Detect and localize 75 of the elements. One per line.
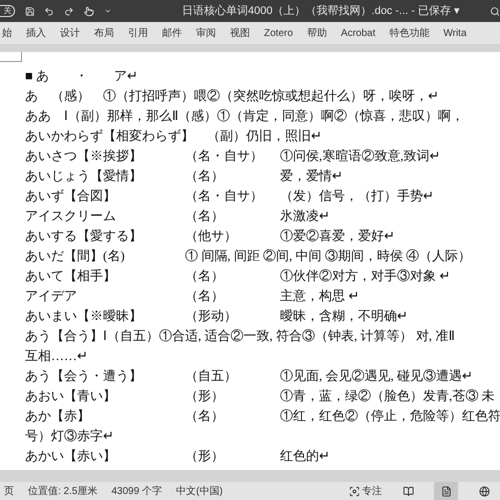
ribbon-tab[interactable]: 视图 (230, 26, 250, 40)
undo-icon[interactable] (44, 4, 54, 18)
headword: あいて【相手】 (25, 267, 117, 285)
document-line: あ （感） ①（打招呼声）喂②（突然吃惊或想起什么）呀，唉呀，↵ (25, 87, 439, 105)
definition: 主意，构思 ↵ (280, 287, 360, 305)
part-of-speech: （名・自サ） (185, 187, 264, 205)
focus-icon (349, 486, 360, 496)
document-line: あう【合う】Ⅰ（自五）①合适, 适合②一致, 符合③（钟表, 计算等） 对, 准Ⅱ (25, 327, 454, 345)
part-of-speech: （名） (185, 407, 225, 425)
document-line: 号）灯③赤字↵ (25, 427, 114, 445)
definition: ①问侯,寒暄语②致意,致词↵ (280, 147, 440, 165)
definition: ①伙伴②对方，对手③对象 ↵ (280, 267, 450, 285)
position-indicator: 位置值: 2.5厘米 (28, 484, 98, 498)
definition: ①爱②喜爱，爱好↵ (280, 227, 395, 245)
headword: アイスクリーム (25, 207, 117, 225)
ribbon-tab[interactable]: 布局 (94, 26, 114, 40)
ribbon-tab[interactable]: 审阅 (196, 26, 216, 40)
definition: ①见面, 会见②遇见, 碰见③遭遇↵ (280, 367, 473, 385)
definition: （发）信号，（打）手势↵ (280, 187, 434, 205)
ribbon-tab[interactable]: 引用 (128, 26, 148, 40)
definition: ① 间隔, 间距 ②间, 中间 ③期间，時侯 ④（人际） (185, 247, 471, 265)
headword: あいず【合図】 (25, 187, 117, 205)
document-icon (440, 486, 452, 496)
definition: 爱，爱情↵ (280, 167, 343, 185)
definition: 红色的↵ (280, 447, 330, 465)
headword: アイデア (25, 287, 78, 305)
view-button[interactable] (434, 482, 458, 500)
page-indicator: 页 (4, 484, 14, 498)
part-of-speech: （名） (185, 267, 225, 285)
part-of-speech: （他サ） (185, 227, 238, 245)
document-line: あいかわらず【相変わらず】 （副）仍旧，照旧↵ (25, 127, 322, 145)
definition: 曖昧，含糊，不明确↵ (280, 307, 408, 325)
ribbon-tab[interactable]: 帮助 (306, 26, 327, 40)
ribbon-tab[interactable]: 邮件 (162, 26, 182, 40)
touch-mode-icon[interactable] (84, 4, 94, 18)
part-of-speech: （名） (185, 287, 225, 305)
ribbon-tab[interactable]: 特色功能 (389, 26, 430, 40)
headword: あいする【愛する】 (25, 227, 143, 245)
ribbon-tab[interactable]: 设计 (60, 26, 80, 40)
book-icon (402, 486, 414, 496)
save-icon[interactable] (24, 4, 34, 18)
margin-corner-mark (0, 52, 22, 62)
headword: あいだ【間】(名) (25, 247, 126, 265)
focus-button[interactable]: 专注 (349, 484, 382, 498)
redo-icon[interactable] (64, 4, 74, 18)
language-indicator: 中文(中国) (176, 484, 223, 498)
headword: あかい【赤い】 (25, 447, 117, 465)
word-count: 43099 个字 (111, 484, 162, 498)
headword: あいじょう【愛情】 (25, 167, 143, 185)
headword: あおい【青い】 (25, 387, 117, 405)
headword: あう【会う・遭う】 (25, 367, 143, 385)
headword: あか【赤】 (25, 407, 91, 425)
part-of-speech: （名・自サ） (185, 147, 264, 165)
ribbon-tab[interactable]: Zotero (264, 26, 293, 40)
ribbon-tab[interactable]: Writa (443, 26, 467, 40)
part-of-speech: （自五） (185, 367, 238, 385)
document-line: ■ あ ・ ア↵ (25, 67, 138, 85)
definition: 氷激凌↵ (280, 207, 330, 225)
autosave-toggle[interactable]: 关 (0, 5, 14, 17)
document-line: 互相……↵ (25, 347, 88, 365)
part-of-speech: （形） (185, 387, 225, 405)
document-line: ああ Ⅰ（副）那样，那么Ⅱ（感）①（肯定，同意）啊②（惊喜，悲叹）啊， (25, 107, 464, 125)
headword: あいさつ【※挨拶】 (25, 147, 143, 165)
ribbon-tab[interactable]: 插入 (26, 26, 46, 40)
window-title: 日语核心单词4000（上）（我帮找网）.doc -... - 已保存 ▾ (182, 4, 460, 19)
part-of-speech: （名） (185, 167, 225, 185)
definition: ①青，蓝，绿②（脸色）发青,苍③ 未 (280, 387, 494, 405)
globe-icon (478, 486, 490, 496)
part-of-speech: （形） (185, 447, 225, 465)
part-of-speech: （名） (185, 207, 225, 225)
ribbon-tab[interactable]: Acrobat (340, 26, 376, 40)
part-of-speech: （形动） (185, 307, 238, 325)
ribbon-tab[interactable]: 始 (2, 26, 12, 40)
headword: あいまい【※曖昧】 (25, 307, 143, 325)
search-icon[interactable] (490, 4, 500, 18)
